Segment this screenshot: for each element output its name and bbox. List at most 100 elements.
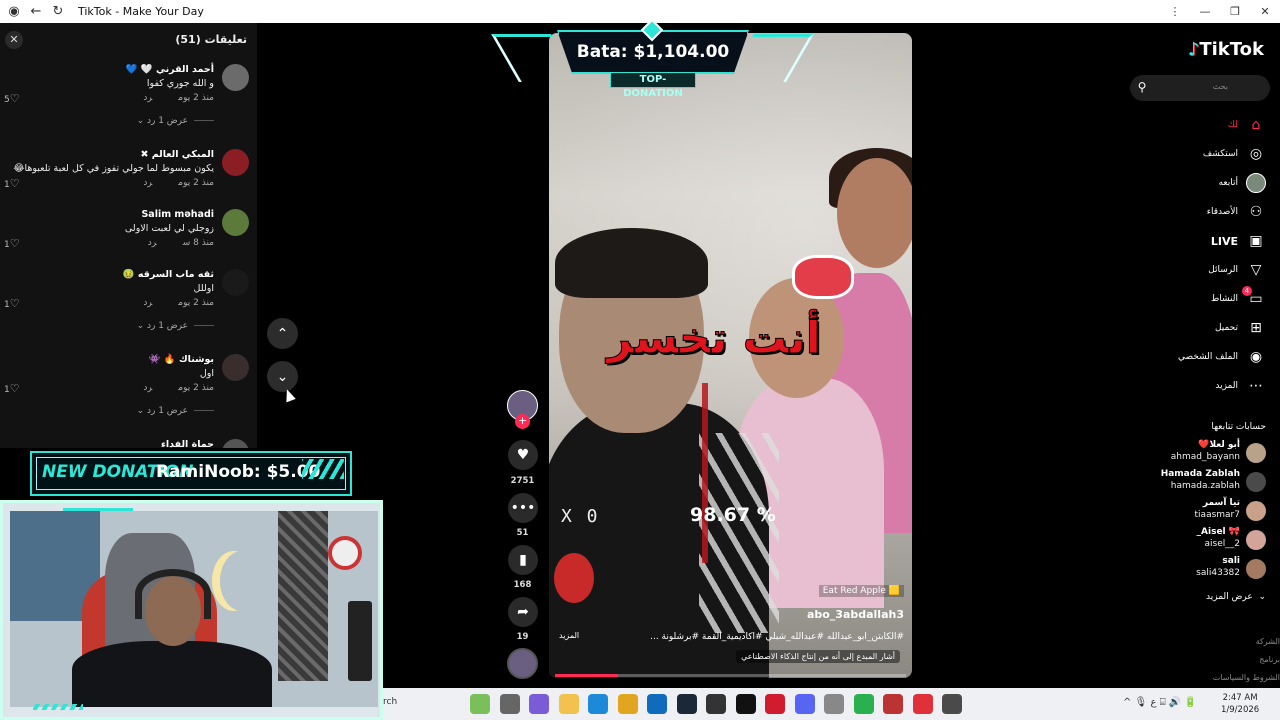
sidebar-item-upload[interactable]: ⊞ تحميل — [1136, 317, 1266, 339]
share-button[interactable]: ➦ — [508, 597, 538, 627]
video-progress-fill — [555, 674, 619, 677]
tiktok-logo[interactable]: ♪TikTok — [1188, 39, 1264, 60]
comment-text: زوجلي لي لعبت الاولى — [124, 223, 214, 234]
like-button[interactable]: ♥ — [508, 440, 538, 470]
sidebar-item-profile[interactable]: ◉ الملف الشخصي — [1136, 346, 1266, 368]
followed-account[interactable]: sali sali43382 — [1136, 556, 1266, 582]
taskbar-clock[interactable]: 2:47 AM 1/9/2026 — [1221, 692, 1259, 716]
opera-icon[interactable] — [765, 694, 785, 714]
sidebar-item-following[interactable]: أتابعه — [1136, 172, 1266, 194]
comment-like-button[interactable]: 1♡ — [4, 297, 20, 310]
file-explorer-icon[interactable] — [558, 694, 579, 714]
reply-button[interactable]: رد — [143, 298, 152, 308]
refresh-icon[interactable]: ↻ — [50, 4, 66, 20]
close-window-button[interactable]: ✕ — [1250, 0, 1280, 23]
sidebar-item-activity[interactable]: ▭ 4 النشاط — [1136, 286, 1266, 310]
system-tray[interactable]: ^ 🎙 ع ⌸ 🔊 🔋 — [1123, 697, 1197, 708]
more-button[interactable]: المزيد — [559, 631, 579, 640]
view-replies-button[interactable]: عرض 1 رد ⌄ — [137, 116, 214, 126]
save-button[interactable]: ▮ — [508, 545, 538, 575]
follow-button[interactable]: + — [515, 414, 530, 429]
view-replies-label: عرض 1 رد — [146, 321, 188, 331]
video-author[interactable]: abo_3abdallah3 — [807, 608, 904, 621]
music-disc-avatar[interactable] — [507, 648, 538, 679]
reply-button[interactable]: رد — [143, 178, 152, 188]
sidebar-item-more[interactable]: ⋯ المزيد — [1136, 375, 1266, 397]
avatar — [1246, 559, 1266, 579]
comment-text: اول — [199, 368, 214, 379]
reply-button[interactable]: رد — [143, 383, 152, 393]
reply-button[interactable]: رد — [143, 93, 152, 103]
video-player[interactable]: أنت تخسر X 0 98.67 % Eat Red Apple 🟨 abo… — [549, 33, 912, 678]
comment-like-button[interactable]: 1♡ — [4, 177, 20, 190]
installer-icon[interactable] — [942, 694, 962, 714]
followed-account[interactable]: Hamada Zablah hamada.zablah — [1136, 469, 1266, 495]
avatar[interactable] — [222, 269, 249, 296]
avatar[interactable] — [222, 209, 249, 236]
comment-like-button[interactable]: 1♡ — [4, 382, 20, 395]
jacket-badge — [554, 553, 594, 603]
video-overlay-text: أنت تخسر — [607, 313, 822, 365]
avatar — [1246, 472, 1266, 492]
avatar[interactable] — [222, 354, 249, 381]
steam-icon[interactable] — [676, 694, 697, 714]
4k-icon[interactable] — [706, 694, 726, 714]
comment-username[interactable]: أحمد القرني 🤍 💙 — [126, 64, 214, 75]
sidebar-item-explore[interactable]: ◎ استكشف — [1136, 143, 1266, 165]
maximize-button[interactable]: ❐ — [1220, 0, 1250, 23]
comment-username[interactable]: Salim məhadi — [141, 209, 214, 220]
search-icon[interactable]: ⚲ — [1134, 80, 1150, 96]
avatar — [1246, 501, 1266, 521]
avatar[interactable] — [222, 64, 249, 91]
comment-like-button[interactable]: 5♡ — [4, 92, 20, 105]
view-replies-button[interactable]: عرض 1 رد ⌄ — [137, 321, 214, 331]
music-label[interactable]: Eat Red Apple 🟨 — [818, 585, 904, 597]
sidebar-item-friends[interactable]: ⚇ الأصدقاء — [1136, 201, 1266, 223]
comment-like-button[interactable]: 1♡ — [4, 237, 20, 250]
tf-icon[interactable] — [912, 694, 933, 714]
like-count: 2751 — [510, 476, 535, 486]
sidebar-item-messages[interactable]: ▽ الرسائل — [1136, 259, 1266, 281]
window-menu-button[interactable]: ⋮ — [1160, 0, 1190, 23]
tiktok-icon[interactable] — [735, 694, 756, 714]
widgets-icon[interactable] — [470, 694, 490, 714]
footer-link[interactable]: برنامج — [1213, 651, 1280, 669]
followed-account[interactable]: أبو لعلا❤️ ahmad_bayann — [1136, 440, 1266, 466]
footer-link[interactable]: الشركة — [1213, 633, 1280, 651]
sidebar-item-for-you[interactable]: ⌂ لك — [1136, 114, 1266, 136]
search-input[interactable]: بحث ⚲ — [1130, 75, 1270, 101]
footer-link[interactable]: الشروط والسياسات — [1213, 669, 1280, 687]
taskbar-search[interactable]: rch — [383, 697, 397, 707]
video-progress-bar[interactable] — [555, 674, 906, 677]
messages-icon: ▽ — [1250, 262, 1262, 278]
reply-button[interactable]: رد — [148, 238, 157, 248]
whatsapp-icon[interactable] — [853, 694, 874, 714]
comment-button[interactable]: ••• — [508, 493, 538, 523]
copilot-icon[interactable] — [529, 694, 549, 714]
media-icon[interactable] — [883, 694, 903, 714]
see-more-button[interactable]: ⌄ عرض المزيد — [1206, 592, 1266, 602]
avatar[interactable] — [222, 439, 249, 448]
edge-icon[interactable] — [588, 694, 608, 714]
comment-username[interactable]: ثقه ماب السرقه 🤢 — [123, 269, 214, 280]
task-view-icon[interactable] — [499, 694, 520, 714]
comment-item: Salim məhadi زوجلي لي لعبت الاولى منذ 8 … — [4, 209, 249, 259]
comment-username[interactable]: حماة الفداء — [161, 439, 214, 448]
close-icon[interactable]: ✕ — [5, 31, 23, 49]
next-video-button[interactable]: ⌄ — [267, 361, 298, 392]
minimize-button[interactable]: — — [1190, 0, 1220, 23]
comment-username[interactable]: بوشناك 🔥 👾 — [149, 354, 214, 365]
back-arrow-icon[interactable]: ← — [28, 4, 44, 20]
outlook-icon[interactable] — [647, 694, 667, 714]
sidebar-item-live[interactable]: ▣ LIVE — [1136, 230, 1266, 252]
account-name: تيا آسمر — [1202, 498, 1240, 508]
view-replies-button[interactable]: عرض 1 رد ⌄ — [137, 406, 214, 416]
avatar[interactable] — [222, 149, 249, 176]
previous-video-button[interactable]: ⌃ — [267, 318, 298, 349]
discord-icon[interactable] — [794, 694, 815, 714]
app-icon[interactable] — [824, 694, 844, 714]
followed-account[interactable]: 🎀 Aisel_ aisel__2 — [1136, 527, 1266, 553]
comment-username[interactable]: المبكي العالم ✖ — [140, 149, 214, 160]
followed-account[interactable]: تيا آسمر tiaasmar7 — [1136, 498, 1266, 524]
store-icon[interactable] — [617, 694, 638, 714]
